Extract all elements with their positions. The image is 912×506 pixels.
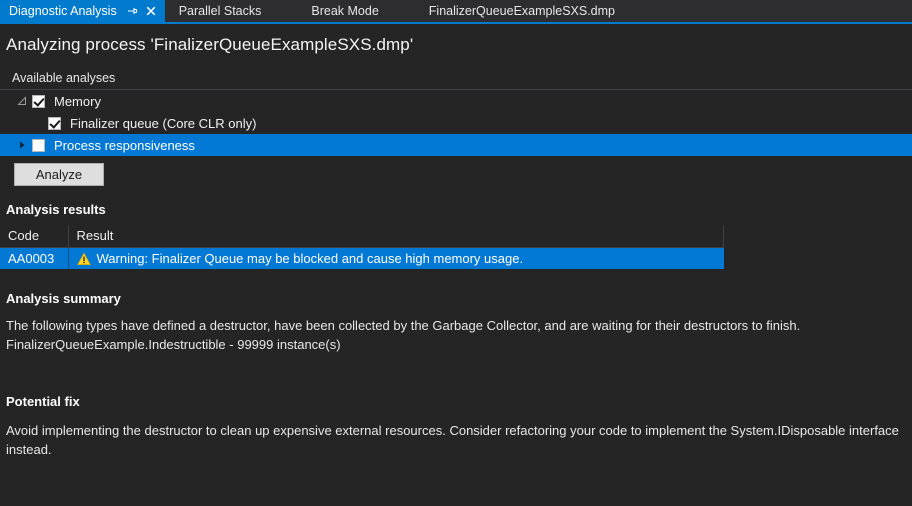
tab-label: Parallel Stacks [178, 3, 262, 18]
analysis-summary-body: The following types have defined a destr… [0, 316, 912, 354]
expanded-arrow-icon[interactable] [14, 93, 30, 109]
tab-dump-file[interactable]: FinalizerQueueExampleSXS.dmp [415, 0, 629, 22]
tree-item-label: Process responsiveness [54, 137, 195, 153]
tree-item-process-responsiveness[interactable]: Process responsiveness [0, 134, 912, 156]
tab-bar: Diagnostic Analysis Parallel Stacks Brea… [0, 0, 912, 24]
page-title: Analyzing process 'FinalizerQueueExample… [6, 35, 414, 54]
tab-spacer [275, 0, 297, 22]
checkbox-memory[interactable] [32, 94, 45, 108]
tab-label: FinalizerQueueExampleSXS.dmp [428, 3, 615, 18]
tree-item-memory[interactable]: Memory [0, 90, 912, 112]
tab-spacer [393, 0, 415, 22]
analyze-button-bar: Analyze [0, 156, 912, 186]
tree-item-finalizer-queue[interactable]: Finalizer queue (Core CLR only) [0, 112, 912, 134]
collapsed-arrow-icon[interactable] [14, 137, 30, 153]
table-header-row: Code Result [0, 225, 724, 248]
analyze-button[interactable]: Analyze [14, 163, 104, 186]
available-analyses-header: Available analyses [0, 68, 912, 90]
table-row[interactable]: AA0003 Warning: Finalizer Queue may be b… [0, 247, 724, 269]
tab-break-mode[interactable]: Break Mode [297, 0, 392, 22]
summary-line-1: The following types have defined a destr… [6, 318, 801, 333]
warning-icon [76, 251, 91, 265]
close-icon[interactable] [145, 5, 157, 17]
pin-icon[interactable] [126, 5, 138, 17]
analysis-summary-title: Analysis summary [6, 291, 121, 306]
summary-line-2: FinalizerQueueExample.Indestructible - 9… [6, 337, 341, 352]
tab-label: Break Mode [311, 3, 379, 18]
available-analyses-panel: Available analyses Memory Finalizer queu… [0, 68, 912, 186]
tab-parallel-stacks[interactable]: Parallel Stacks [165, 0, 276, 22]
column-header-code[interactable]: Code [0, 225, 69, 248]
tree-item-label: Memory [54, 93, 101, 109]
analyses-tree: Memory Finalizer queue (Core CLR only) P… [0, 90, 912, 156]
tab-icon-group [126, 5, 157, 17]
column-header-result[interactable]: Result [68, 225, 724, 248]
cell-code: AA0003 [0, 247, 69, 269]
potential-fix-title: Potential fix [6, 394, 80, 409]
tab-diagnostic-analysis[interactable]: Diagnostic Analysis [0, 0, 165, 22]
analysis-results-title: Analysis results [6, 202, 106, 217]
checkbox-process-responsiveness[interactable] [32, 138, 45, 152]
tree-item-label: Finalizer queue (Core CLR only) [70, 115, 257, 131]
analysis-results-table: Code Result AA0003 Warning: Finalizer Qu… [0, 225, 724, 269]
checkbox-finalizer-queue[interactable] [48, 116, 61, 130]
potential-fix-body: Avoid implementing the destructor to cle… [6, 423, 899, 457]
cell-result: Warning: Finalizer Queue may be blocked … [68, 247, 724, 269]
tab-label: Diagnostic Analysis [9, 3, 117, 18]
result-text: Warning: Finalizer Queue may be blocked … [96, 251, 524, 266]
